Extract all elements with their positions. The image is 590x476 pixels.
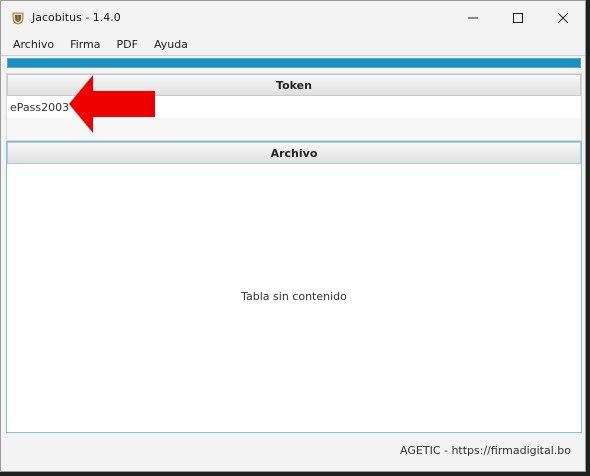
menu-bar: Archivo Firma PDF Ayuda bbox=[1, 34, 585, 54]
app-window: Jacobitus - 1.4.0 Archivo Firma PDF Ayud… bbox=[0, 0, 586, 472]
empty-table-message: Tabla sin contenido bbox=[241, 290, 347, 303]
title-bar: Jacobitus - 1.4.0 bbox=[1, 1, 585, 34]
close-button[interactable] bbox=[540, 1, 585, 34]
menu-ayuda[interactable]: Ayuda bbox=[154, 38, 188, 51]
app-logo-icon bbox=[12, 12, 24, 24]
minimize-icon bbox=[467, 17, 478, 18]
window-controls bbox=[450, 1, 585, 34]
archivo-panel: Archivo Tabla sin contenido bbox=[6, 141, 582, 433]
red-arrow-icon bbox=[69, 75, 155, 133]
close-icon bbox=[557, 12, 568, 23]
maximize-icon bbox=[512, 12, 523, 23]
footer-credit: AGETIC - https://firmadigital.bo bbox=[400, 444, 571, 457]
maximize-button[interactable] bbox=[495, 1, 540, 34]
progress-bar bbox=[7, 58, 581, 68]
archivo-header: Archivo bbox=[7, 142, 581, 164]
minimize-button[interactable] bbox=[450, 1, 495, 34]
menu-pdf[interactable]: PDF bbox=[117, 38, 138, 51]
window-title: Jacobitus - 1.4.0 bbox=[32, 11, 121, 24]
menu-archivo[interactable]: Archivo bbox=[13, 38, 54, 51]
menu-separator bbox=[1, 55, 585, 56]
menu-firma[interactable]: Firma bbox=[70, 38, 100, 51]
